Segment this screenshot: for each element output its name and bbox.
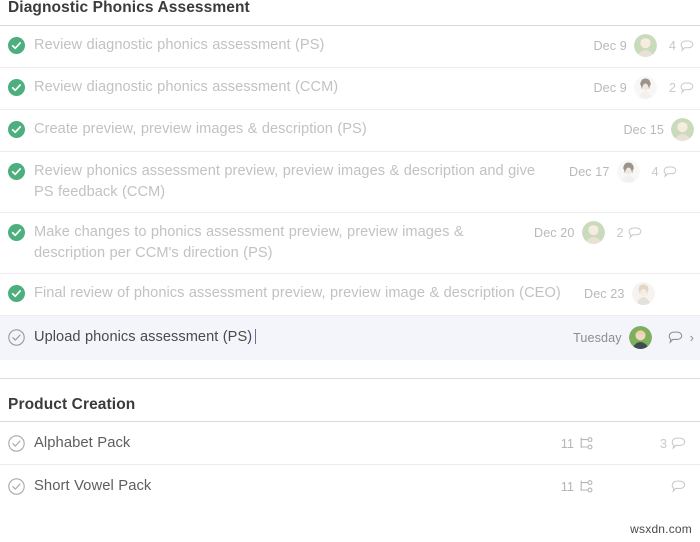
task-due-date: Dec 9 [593,80,627,95]
section-title-product-creation: Product Creation [8,395,136,413]
subtask-count-value: 11 [560,435,574,451]
comment-cell[interactable] [616,479,694,494]
subtask-branch-icon [580,436,593,449]
task-title: Create preview, preview images & descrip… [34,120,367,137]
task-title: Final review of phonics assessment previ… [34,284,561,301]
check-circle-filled-icon[interactable] [8,78,25,96]
subtask-cell[interactable]: 11 [486,479,616,494]
comment-cell[interactable]: 3 [616,436,694,451]
comment-count-value: 4 [651,164,659,179]
check-circle-filled-icon[interactable] [8,120,25,138]
comment-count-value: 2 [616,225,624,240]
avatar[interactable] [628,326,652,349]
product-title: Alphabet Pack [34,435,131,451]
task-meta: Dec 9 4 [593,34,694,57]
product-title: Short Vowel Pack [34,478,152,494]
comment-bubble-icon [668,331,682,344]
task-title: Make changes to phonics assessment previ… [34,223,464,261]
comment-count[interactable]: 4 [669,38,694,53]
comment-count[interactable]: 3 [660,436,686,451]
check-circle-filled-icon[interactable] [8,162,25,180]
avatar[interactable] [633,34,657,57]
task-due-date: Dec 9 [593,38,627,53]
comment-bubble-icon [671,437,686,450]
product-row[interactable]: Alphabet Pack 11 3 [0,422,700,464]
task-row[interactable]: Review diagnostic phonics assessment (CC… [0,67,700,109]
task-due-date[interactable]: Tuesday [573,331,622,345]
task-due-date: Dec 20 [534,225,575,240]
comment-count[interactable] [664,330,683,345]
avatar[interactable] [671,118,694,141]
comment-count-value: 4 [668,38,676,53]
task-title: Review phonics assessment preview, previ… [34,162,536,200]
task-row[interactable]: Review phonics assessment preview, previ… [0,151,700,212]
task-meta: Dec 23 [584,282,655,305]
comment-bubble-icon [628,227,641,239]
task-meta: Dec 9 2 [593,76,694,99]
comment-count[interactable]: 2 [669,80,694,95]
check-circle-filled-icon[interactable] [8,36,25,54]
comment-count[interactable]: 2 [617,225,642,240]
task-meta: Dec 17 4 [569,160,677,183]
check-circle-filled-icon[interactable] [8,284,25,302]
comment-bubble-icon [671,480,686,493]
section-gap-2 [0,379,700,397]
check-circle-outline-icon[interactable] [8,434,25,452]
product-row[interactable]: Short Vowel Pack 11 [0,465,700,507]
section-title-diagnostic-phonics-assessment: Diagnostic Phonics Assessment [8,0,250,16]
task-due-date: Dec 15 [623,122,664,137]
comment-bubble-icon [663,166,676,178]
task-due-date: Dec 17 [569,164,610,179]
task-meta: Dec 15 [623,118,694,141]
comment-count[interactable] [667,479,686,494]
task-row-selected[interactable]: Upload phonics assessment (PS) Tuesday › [0,315,700,360]
subtask-count[interactable]: 11 [561,479,594,494]
comment-bubble-icon [680,82,694,94]
chevron-right-icon[interactable]: › [690,331,694,344]
comment-bubble-icon [680,40,694,52]
text-caret [255,328,257,344]
comment-count-value: 3 [659,435,667,451]
task-title-text: Upload phonics assessment (PS) [34,328,253,345]
task-due-date: Dec 23 [584,286,625,301]
task-title-editing[interactable]: Upload phonics assessment (PS) [34,327,573,348]
task-row[interactable]: Make changes to phonics assessment previ… [0,212,700,273]
task-meta: Tuesday › [573,326,694,349]
task-title: Review diagnostic phonics assessment (CC… [34,78,339,95]
watermark: wsxdn.com [630,522,692,536]
subtask-count-value: 11 [560,478,574,494]
subtask-cell[interactable]: 11 [486,436,616,451]
avatar[interactable] [616,160,640,183]
avatar[interactable] [633,76,657,99]
comment-count-value: 2 [668,80,676,95]
task-row[interactable]: Review diagnostic phonics assessment (PS… [0,25,700,67]
subtask-branch-icon [580,479,593,492]
check-circle-outline-icon[interactable] [8,328,25,346]
task-row[interactable]: Final review of phonics assessment previ… [0,273,700,315]
check-circle-outline-icon[interactable] [8,477,25,495]
task-row[interactable]: Create preview, preview images & descrip… [0,109,700,151]
task-meta: Dec 20 2 [534,221,642,244]
check-circle-filled-icon[interactable] [8,223,25,241]
subtask-count[interactable]: 11 [561,436,594,451]
task-title: Review diagnostic phonics assessment (PS… [34,36,325,53]
avatar[interactable] [631,282,655,305]
task-list-app: Diagnostic Phonics Assessment Review dia… [0,0,700,542]
avatar[interactable] [581,221,605,244]
comment-count[interactable]: 4 [652,164,677,179]
